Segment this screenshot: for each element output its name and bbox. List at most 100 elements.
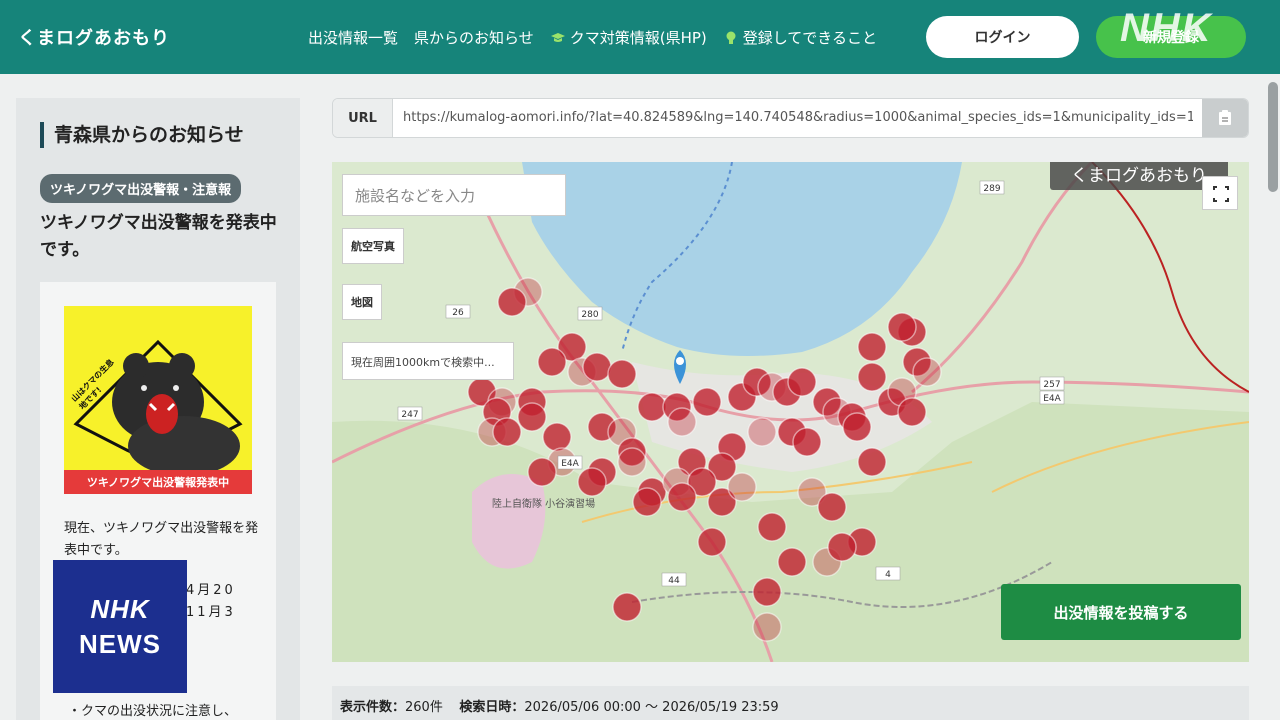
result-summary: 表示件数：260件 検索日時：2026/05/06 00:00 〜 2026/0… [332,686,1249,720]
fullscreen-icon [1213,186,1229,202]
sighting-marker[interactable] [667,482,697,512]
sighting-marker[interactable] [887,312,917,342]
alert-date-line: 11月3 [186,605,236,620]
svg-text:E4A: E4A [561,459,579,469]
share-url-bar: URL https://kumalog-aomori.info/?lat=40.… [332,98,1249,138]
nav-registration-benefits[interactable]: 登録してできること [723,27,877,48]
search-period-label: 検索日時： [459,700,525,715]
road-number-label: 4 [875,566,901,581]
road-number-label: 280 [577,306,603,321]
sighting-marker[interactable] [692,387,722,417]
nhk-news-logo: NHK NEWS [53,560,187,693]
sighting-marker[interactable] [537,347,567,377]
sighting-marker[interactable] [667,407,697,437]
sighting-marker[interactable] [577,467,607,497]
nhk-news-line2: NEWS [79,628,161,659]
svg-text:26: 26 [452,308,464,318]
sighting-marker[interactable] [752,612,782,642]
app-header: くまログあおもり 出没情報一覧 県からのお知らせ クマ対策情報(県HP) 登録し… [0,0,1280,74]
sighting-marker[interactable] [897,397,927,427]
svg-text:E4A: E4A [1043,394,1061,404]
sighting-marker[interactable] [857,332,887,362]
sighting-marker[interactable] [607,359,637,389]
place-label: 陸上自衛隊 小谷演習場 [492,497,595,510]
sighting-marker[interactable] [497,287,527,317]
sighting-marker[interactable] [857,447,887,477]
count-label: 表示件数： [340,700,406,715]
count-value: 260件 [405,700,443,715]
nav-sightings-list[interactable]: 出没情報一覧 [308,27,398,48]
post-sighting-button[interactable]: 出没情報を投稿する [1001,584,1241,640]
alert-dates: 4月20 11月3 [186,580,236,624]
page-scrollbar[interactable] [1268,82,1278,192]
url-field[interactable]: https://kumalog-aomori.info/?lat=40.8245… [403,110,1193,125]
road-number-label: 257 [1039,376,1065,391]
clipboard-icon [1219,110,1231,125]
broadcaster-logo: NHK [1120,6,1213,50]
search-period-value: 2026/05/06 00:00 〜 2026/05/19 23:59 [524,700,779,715]
nav-label: 登録してできること [742,29,878,47]
sightings-map[interactable]: 26 280 247 E4A 257 E4A 44 4 289 陸上自衛隊 小谷演習場 施設名など… [332,162,1249,662]
sighting-marker[interactable] [697,527,727,557]
facility-search-input[interactable]: 施設名などを入力 [342,174,566,216]
svg-text:289: 289 [983,184,1000,194]
sighting-marker[interactable] [542,422,572,452]
svg-text:247: 247 [401,410,418,420]
sighting-marker[interactable] [492,417,522,447]
search-status: 現在周囲1000kmで検索中... [342,342,514,380]
nav-prefecture-news[interactable]: 県からのお知らせ [414,27,534,48]
sighting-marker[interactable] [792,427,822,457]
bear-warning-poster: 山はクマの生息地です! ツキノワグマ出没警報発表中 [64,306,252,494]
poster-strip: ツキノワグマ出没警報発表中 [64,470,252,494]
panel-title: 青森県からのお知らせ [40,122,244,148]
svg-text:280: 280 [581,310,598,320]
sighting-marker[interactable] [527,457,557,487]
road-number-label: 289 [979,180,1005,195]
url-label: URL [333,99,393,137]
svg-text:257: 257 [1043,380,1060,390]
road-number-label: E4A [1039,390,1065,405]
sighting-marker[interactable] [777,547,807,577]
sighting-marker[interactable] [752,577,782,607]
sighting-marker[interactable] [857,362,887,392]
sighting-marker[interactable] [827,532,857,562]
sighting-marker[interactable] [842,412,872,442]
sighting-marker[interactable] [817,492,847,522]
alert-badge: ツキノワグマ出没警報・注意報 [40,174,242,203]
alert-advice: ・クマの出没状況に注意し、 [68,704,238,719]
sighting-marker[interactable] [787,367,817,397]
svg-text:44: 44 [668,576,680,586]
alert-heading: ツキノワグマ出没警報を発表中です。 [40,213,277,260]
sighting-marker[interactable] [912,357,942,387]
nhk-news-line1: NHK [90,593,150,624]
sighting-marker[interactable] [617,447,647,477]
lightbulb-icon [726,31,736,44]
alert-body: 現在、ツキノワグマ出没警報を発表中です。 [64,521,259,558]
login-button[interactable]: ログイン [926,16,1079,58]
copy-url-button[interactable] [1202,99,1248,137]
sighting-marker[interactable] [517,402,547,432]
nav-label: 県からのお知らせ [414,29,534,47]
main-nav: 出没情報一覧 県からのお知らせ クマ対策情報(県HP) 登録してできること [308,27,877,48]
sighting-marker[interactable] [727,472,757,502]
fullscreen-button[interactable] [1202,176,1238,210]
sighting-marker[interactable] [582,352,612,382]
road-number-label: 26 [445,304,471,319]
graduation-cap-icon [550,32,565,42]
map-view-button[interactable]: 地図 [342,284,382,320]
nav-label: クマ対策情報(県HP) [569,29,707,47]
nav-bear-measures[interactable]: クマ対策情報(県HP) [550,27,707,48]
sighting-marker[interactable] [757,512,787,542]
road-number-label: 247 [397,406,423,421]
road-number-label: 44 [661,572,687,587]
sighting-marker[interactable] [747,417,777,447]
sighting-marker[interactable] [632,487,662,517]
svg-text:4: 4 [885,570,891,580]
sighting-marker[interactable] [637,392,667,422]
site-logo[interactable]: くまログあおもり [18,24,170,50]
sighting-marker[interactable] [612,592,642,622]
aerial-photo-button[interactable]: 航空写真 [342,228,404,264]
nav-label: 出没情報一覧 [308,29,399,47]
road-number-label: E4A [557,455,583,470]
alert-date-line: 4月20 [186,583,236,598]
